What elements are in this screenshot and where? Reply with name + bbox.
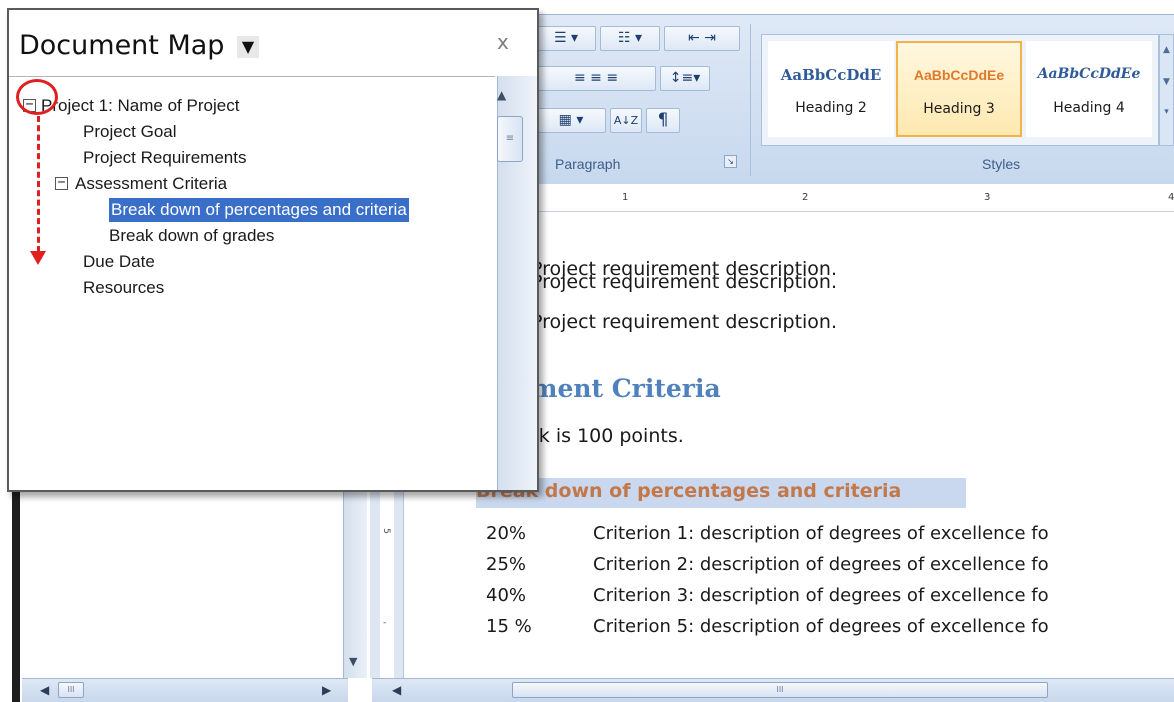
style-name: Heading 2 [795,100,867,116]
style-sample: AaBbCcDdE [780,66,882,84]
tree-item[interactable]: Assessment Criteria [75,172,227,196]
multilevel-list-icon: ☷ ▾ [617,30,643,46]
bullets-icon: ☰ ▾ [553,30,579,46]
tree-item[interactable]: Due Date [83,250,155,274]
scroll-right-icon[interactable]: ▶ [322,683,331,697]
borders-icon: ▦ ▾ [558,112,584,128]
document-map-scrollbar-lower[interactable] [343,490,367,678]
align-icon: ≡ ≡ ≡ [573,70,619,86]
document-map-title: Document Map [19,30,225,61]
tree-item-selected[interactable]: Break down of percentages and criteria [109,198,409,222]
alignment-buttons[interactable]: ≡ ≡ ≡ [536,66,656,91]
criterion-description: Criterion 2: description of degrees of e… [593,554,1049,575]
section-heading: ment Criteria [531,374,721,403]
criterion-description: Criterion 1: description of degrees of e… [593,523,1049,544]
pilcrow-icon: ¶ [657,110,669,130]
styles-group-label: Styles [982,156,1021,172]
paragraph-group-label: Paragraph [555,156,621,172]
bullets-button[interactable]: ☰ ▾ [536,26,596,51]
divider [9,76,495,77]
launcher-icon: ↘ [727,157,734,166]
document-map-lower-area [22,490,348,680]
style-name: Heading 3 [923,101,995,117]
grip-icon: ≡ [505,133,515,144]
document-map-pane: Document Map ▼ x − Project 1: Name of Pr… [7,8,539,492]
vertical-ruler-mark: - [383,618,387,628]
horizontal-ruler[interactable]: 1 2 3 4 [530,186,1174,212]
style-heading-4[interactable]: AaBbCcDdEe Heading 4 [1026,41,1152,137]
vertical-ruler-page [380,490,394,678]
criterion-percent: 40% [486,585,527,606]
more-icon: ▾ [1164,107,1169,117]
criterion-description: Criterion 3: description of degrees of e… [593,585,1049,606]
scroll-thumb[interactable]: III [512,682,1048,698]
sort-icon: A↓Z [613,114,639,127]
line-spacing-icon: ↕≡▾ [669,70,701,86]
style-heading-3[interactable]: AaBbCcDdEe Heading 3 [896,41,1022,137]
styles-gallery: AaBbCcDdE Heading 2 AaBbCcDdEe Heading 3… [761,34,1159,146]
subheading: Break down of percentages and criteria [476,480,902,502]
criterion-percent: 25% [486,554,527,575]
scroll-up-icon: ▲ [1163,45,1170,55]
indent-buttons[interactable]: ⇤ ⇥ [664,26,740,51]
scroll-thumb[interactable]: III [58,682,84,698]
ruler-ticks [560,200,1170,202]
line-spacing-button[interactable]: ↕≡▾ [660,66,710,91]
scroll-up-icon[interactable]: ▲ [497,88,506,102]
requirement-line: Project requirement description. [531,271,838,293]
word-window: ☰ ▾ ☷ ▾ ⇤ ⇥ ≡ ≡ ≡ ↕≡▾ ▦ ▾ A↓Z ¶ Paragrap… [0,0,1174,702]
close-button[interactable]: x [497,30,509,54]
tree-item[interactable]: Project Goal [83,120,177,144]
annotation-dashed-line [37,116,40,252]
scroll-down-icon[interactable]: ▼ [349,655,357,668]
tree-item[interactable]: Project 1: Name of Project [41,94,239,118]
indent-icon: ⇤ ⇥ [688,30,716,46]
requirement-line: Project requirement description. [531,311,838,333]
scroll-thumb[interactable]: ≡ [497,116,523,162]
style-name: Heading 4 [1053,100,1125,116]
criterion-percent: 15 % [486,616,532,637]
sort-button[interactable]: A↓Z [610,108,642,133]
document-map-dropdown[interactable]: ▼ [237,36,259,58]
triangle-down-icon: ▼ [241,37,255,56]
collapse-icon[interactable]: − [55,176,68,190]
scroll-left-icon[interactable]: ◀ [392,683,401,697]
criterion-percent: 20% [486,523,527,544]
tree-item[interactable]: Resources [83,276,164,300]
criterion-description: Criterion 5: description of degrees of e… [593,616,1049,637]
borders-button[interactable]: ▦ ▾ [536,108,606,133]
style-sample: AaBbCcDdEe [913,67,1005,83]
document-map-header: Document Map ▼ x [9,10,537,76]
annotation-circle [16,79,58,115]
vertical-ruler-mark: 5 [380,528,391,534]
tree-item[interactable]: Break down of grades [109,224,274,248]
window-border [12,490,20,702]
document-map-tree: − Project 1: Name of Project Project Goa… [9,78,495,490]
paragraph-dialog-launcher[interactable]: ↘ [724,155,737,168]
close-icon: x [497,30,509,54]
style-sample: AaBbCcDdEe [1037,66,1141,82]
show-hide-button[interactable]: ¶ [646,108,680,133]
style-heading-2[interactable]: AaBbCcDdE Heading 2 [768,41,894,137]
annotation-arrow-icon [30,251,46,265]
tree-item[interactable]: Project Requirements [83,146,246,170]
styles-gallery-scroll[interactable]: ▲ ▼ ▾ [1159,34,1174,146]
scroll-left-icon[interactable]: ◀ [40,683,49,697]
numbering-button[interactable]: ☷ ▾ [600,26,660,51]
scroll-down-icon: ▼ [1163,77,1170,87]
points-line: rk is 100 points. [531,425,684,447]
group-divider [750,24,751,176]
